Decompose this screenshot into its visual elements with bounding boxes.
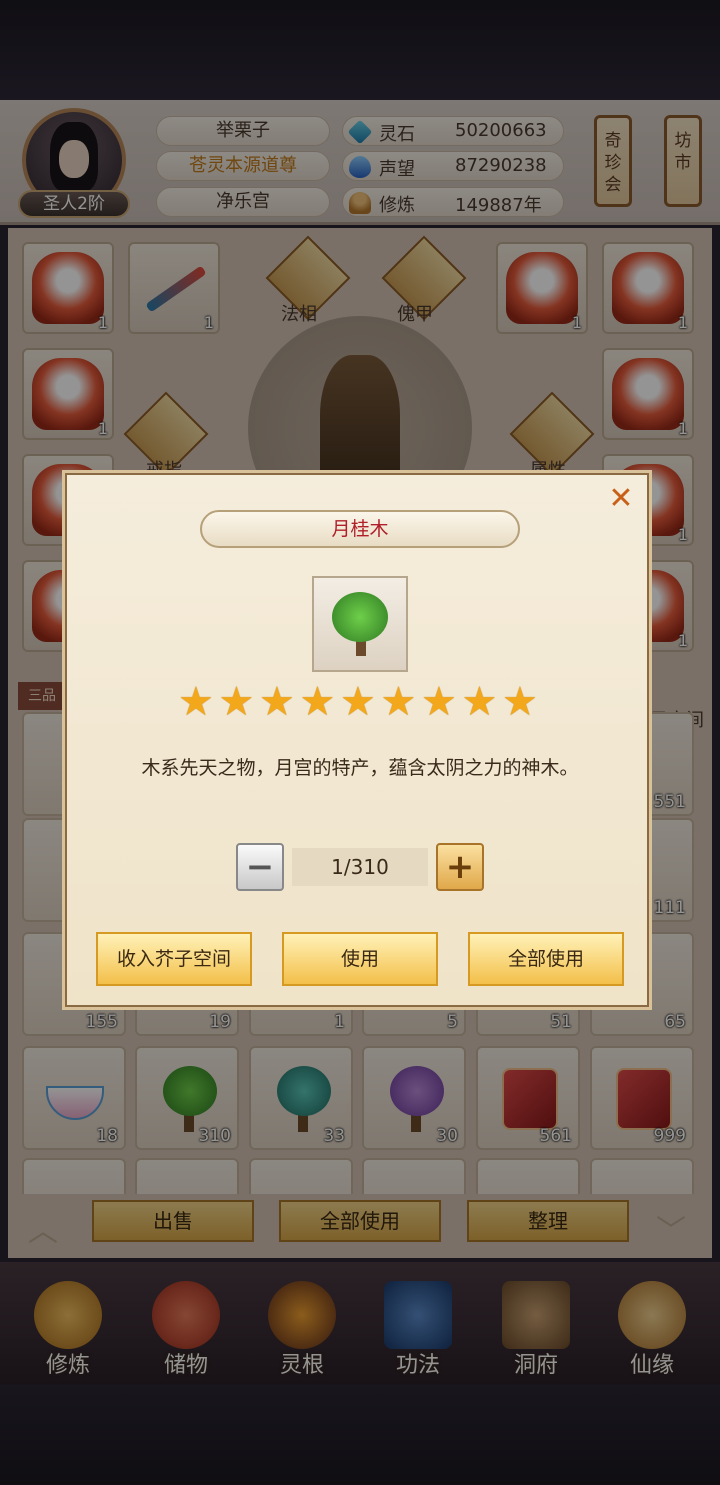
- quantity-display[interactable]: 1/310: [292, 848, 428, 886]
- use-button[interactable]: 使用: [282, 932, 438, 986]
- star-icon: ★: [299, 679, 336, 725]
- star-rating: ★ ★ ★ ★ ★ ★ ★ ★ ★: [178, 682, 542, 722]
- increase-button[interactable]: +: [436, 843, 484, 891]
- item-dialog: [62, 470, 652, 1010]
- green-tree-icon: [332, 592, 388, 642]
- star-icon: ★: [259, 679, 295, 725]
- star-icon: ★: [421, 679, 457, 725]
- star-icon: ★: [502, 679, 538, 725]
- item-description: 木系先天之物，月宫的特产，蕴含太阴之力的神木。: [141, 757, 579, 779]
- star-icon: ★: [380, 679, 417, 725]
- item-icon-box: [312, 576, 408, 672]
- use-all-dialog-button[interactable]: 全部使用: [468, 932, 624, 986]
- store-button[interactable]: 收入芥子空间: [96, 932, 252, 986]
- close-icon[interactable]: ✕: [606, 484, 636, 514]
- star-icon: ★: [218, 679, 255, 725]
- star-icon: ★: [340, 679, 376, 725]
- star-icon: ★: [461, 679, 498, 725]
- star-icon: ★: [178, 679, 214, 725]
- dialog-title: 月桂木: [200, 510, 520, 548]
- decrease-button[interactable]: −: [236, 843, 284, 891]
